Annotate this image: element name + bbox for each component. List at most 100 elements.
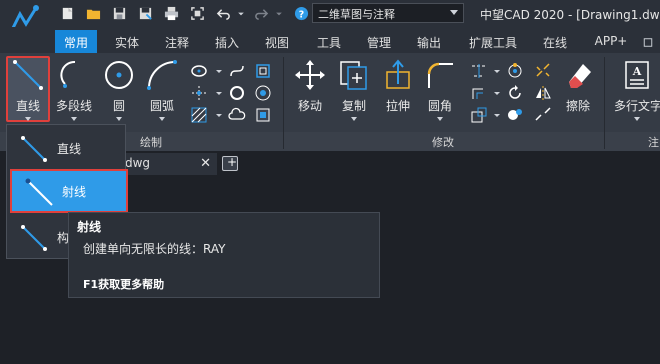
tooltip-title: 射线 <box>77 220 102 234</box>
window-title: 中望CAD 2020 - [Drawing1.dw <box>480 8 660 22</box>
menu-item-line[interactable]: 直线 <box>7 128 125 168</box>
join-icon[interactable] <box>506 106 524 124</box>
mtext-button-label: 多行文字 <box>614 99 660 113</box>
tooltip-help: F1获取更多帮助 <box>83 278 165 291</box>
tab-extension-tools[interactable]: 扩展工具 <box>461 30 525 53</box>
chevron-down-icon[interactable] <box>210 62 222 80</box>
circle-icon <box>105 61 133 89</box>
plus-icon: + <box>227 155 238 169</box>
tab-annotate[interactable]: 注释 <box>157 30 197 53</box>
region-icon[interactable] <box>254 84 272 102</box>
mtext-button[interactable]: A 多行文字 <box>614 58 660 121</box>
chevron-down-icon[interactable] <box>488 106 500 124</box>
panel-label-modify: 修改 <box>432 136 454 149</box>
panel-label-draw: 绘制 <box>140 136 162 149</box>
rectangle-icon[interactable] <box>254 62 272 80</box>
arc-icon <box>147 60 177 90</box>
workspace-select[interactable]: 二维草图与注释 <box>312 3 464 23</box>
erase-button[interactable]: 擦除 <box>558 58 598 114</box>
document-tab-name: dwg <box>125 156 151 170</box>
tab-overflow-icon[interactable] <box>642 33 654 51</box>
copy-button[interactable]: 复制 <box>336 58 372 121</box>
chevron-down-icon <box>437 117 443 121</box>
fit-icon[interactable] <box>188 4 206 22</box>
redo-dropdown-icon[interactable] <box>274 4 284 22</box>
chevron-down-icon[interactable] <box>488 62 500 80</box>
workspace-select-value: 二维草图与注释 <box>318 8 395 21</box>
tooltip: 射线 创建单向无限长的线：RAY F1获取更多帮助 <box>68 212 380 298</box>
scale-icon[interactable] <box>470 106 488 124</box>
line-icon <box>13 60 43 90</box>
close-icon[interactable]: ✕ <box>200 156 211 171</box>
tab-view[interactable]: 视图 <box>257 30 297 53</box>
arc-button-label: 圆弧 <box>149 99 174 113</box>
chevron-down-icon[interactable] <box>210 106 222 124</box>
document-tab[interactable]: dwg ✕ <box>115 153 217 175</box>
title-bar: ? 二维草图与注释 中望CAD 2020 - [Drawing1.dw <box>0 0 660 33</box>
tab-output[interactable]: 输出 <box>409 30 449 53</box>
mirror-icon[interactable] <box>534 84 552 102</box>
print-icon[interactable] <box>162 4 180 22</box>
chevron-down-icon[interactable] <box>488 84 500 102</box>
open-icon[interactable] <box>84 4 102 22</box>
panel-label-annotation: 注 <box>648 136 659 149</box>
tab-home[interactable]: 常用 <box>55 30 97 53</box>
move-button-label: 移动 <box>297 99 322 113</box>
stretch-button[interactable]: 拉伸 <box>380 58 416 114</box>
redo-icon[interactable] <box>252 4 270 22</box>
break-icon[interactable] <box>534 106 552 124</box>
move-icon <box>295 60 325 90</box>
new-tab-button[interactable]: + <box>222 155 238 171</box>
ribbon-separator <box>604 57 605 149</box>
tab-insert[interactable]: 插入 <box>207 30 247 53</box>
explode-icon[interactable] <box>534 62 552 80</box>
svg-text:A: A <box>632 65 642 78</box>
help-icon[interactable]: ? <box>292 4 310 22</box>
undo-dropdown-icon[interactable] <box>236 4 246 22</box>
tab-manage[interactable]: 管理 <box>359 30 399 53</box>
copy-button-label: 复制 <box>341 99 366 113</box>
spline-icon[interactable] <box>228 62 246 80</box>
chevron-down-icon <box>25 117 31 121</box>
circle-button[interactable]: 圆 <box>100 58 138 121</box>
rotate-icon[interactable] <box>506 84 524 102</box>
new-icon[interactable] <box>58 4 76 22</box>
chevron-down-icon <box>159 117 165 121</box>
chevron-down-icon <box>450 10 458 15</box>
wipeout-icon[interactable] <box>254 106 272 124</box>
tab-online[interactable]: 在线 <box>535 30 575 53</box>
chevron-down-icon <box>351 117 357 121</box>
tab-solid[interactable]: 实体 <box>107 30 147 53</box>
ray-icon <box>25 178 53 206</box>
copy-icon <box>340 61 367 90</box>
tooltip-description: 创建单向无限长的线：RAY <box>83 242 226 256</box>
donut-icon[interactable] <box>228 84 246 102</box>
line-button[interactable]: 直线 <box>8 58 48 121</box>
chevron-down-icon[interactable] <box>210 84 222 102</box>
offset-icon[interactable] <box>470 84 488 102</box>
svg-text:?: ? <box>298 9 303 20</box>
hatch-icon[interactable] <box>190 106 208 124</box>
circle-button-label: 圆 <box>112 99 125 113</box>
point-icon[interactable] <box>190 84 208 102</box>
polyline-button[interactable]: 多段线 <box>52 58 96 121</box>
menu-item-ray[interactable]: 射线 <box>10 169 128 213</box>
move-button[interactable]: 移动 <box>292 58 328 114</box>
stretch-icon <box>386 59 410 89</box>
chevron-down-icon <box>634 117 640 121</box>
chevron-down-icon <box>71 117 77 121</box>
undo-icon[interactable] <box>214 4 232 22</box>
trim-icon[interactable] <box>470 62 488 80</box>
ellipse-icon[interactable] <box>190 62 208 80</box>
revcloud-icon[interactable] <box>228 106 246 124</box>
line-button-label: 直线 <box>15 99 40 113</box>
array-icon[interactable] <box>506 62 524 80</box>
save-as-icon[interactable] <box>136 4 154 22</box>
fillet-button[interactable]: 圆角 <box>422 58 458 121</box>
tab-app-plus[interactable]: APP+ <box>586 30 636 53</box>
line-icon <box>21 136 47 162</box>
tab-tools[interactable]: 工具 <box>309 30 349 53</box>
save-icon[interactable] <box>110 4 128 22</box>
ribbon-separator <box>283 57 284 149</box>
arc-button[interactable]: 圆弧 <box>142 58 182 121</box>
